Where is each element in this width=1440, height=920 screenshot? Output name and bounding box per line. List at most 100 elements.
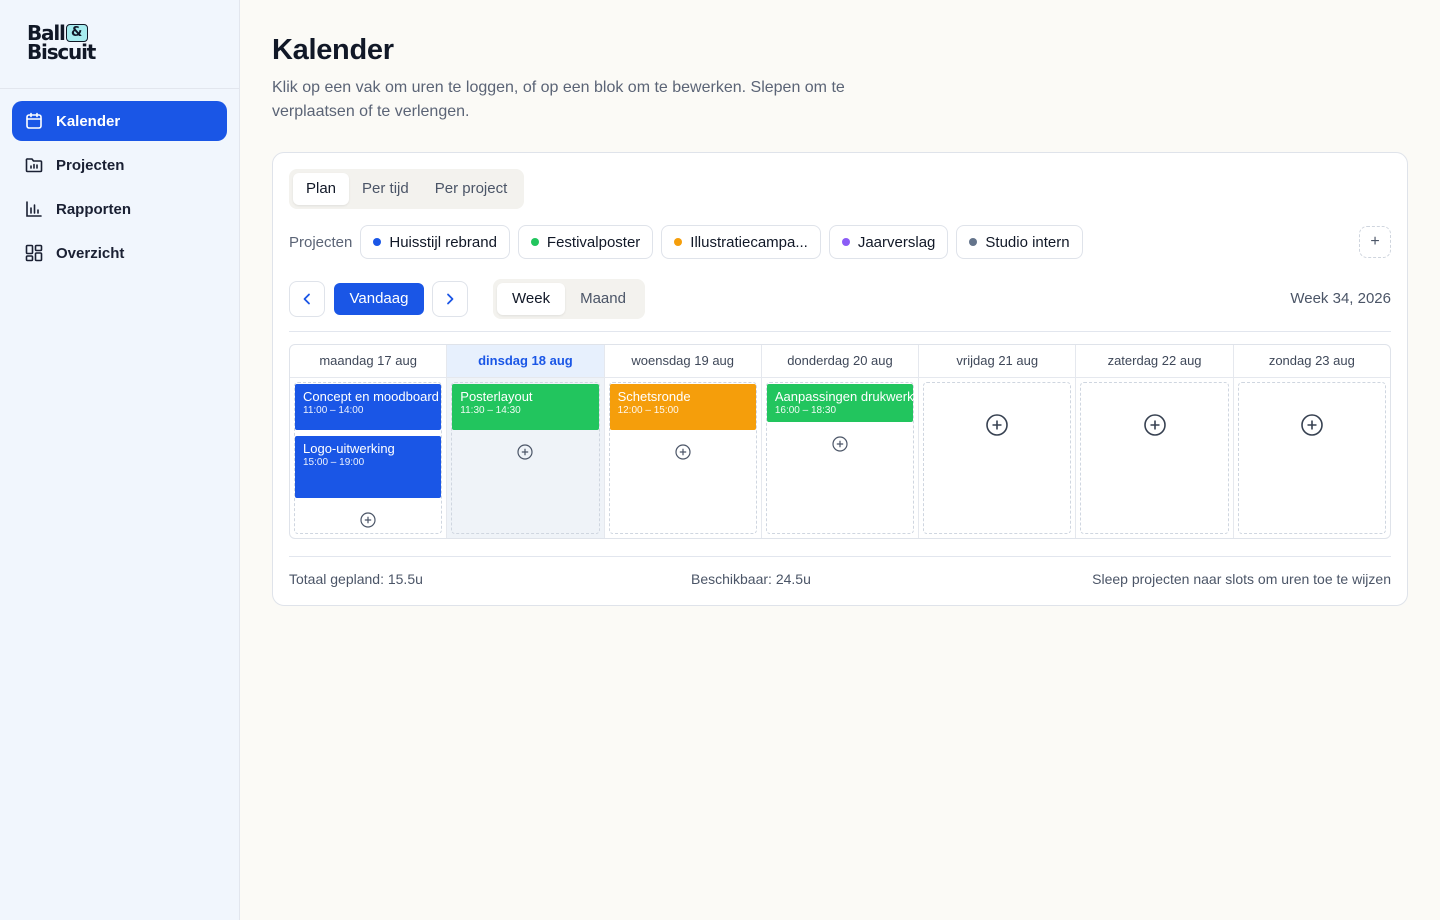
day-body xyxy=(1234,378,1390,538)
project-chip-label: Studio intern xyxy=(985,233,1070,251)
sidebar-item-label: Projecten xyxy=(56,156,125,174)
day-body: Aanpassingen drukwerk 16:00 – 18:30 xyxy=(762,378,918,538)
calendar-card: Plan Per tijd Per project Projecten Huis… xyxy=(272,152,1408,606)
project-chip-huisstijl-rebrand[interactable]: Huisstijl rebrand xyxy=(360,225,510,259)
calendar-icon xyxy=(24,111,44,131)
sidebar-item-projecten[interactable]: Projecten xyxy=(12,145,227,185)
view-tabs: Plan Per tijd Per project xyxy=(289,169,525,209)
event-block[interactable]: Aanpassingen drukwerk 16:00 – 18:30 xyxy=(766,384,914,422)
event-block[interactable]: Concept en moodboard 11:00 – 14:00 xyxy=(295,384,442,430)
brand-logo[interactable]: Ball & Biscuit xyxy=(0,0,239,89)
event-title: Schetsronde xyxy=(617,389,691,404)
event-time: 11:30 – 14:30 xyxy=(460,405,521,416)
day-body: Posterlayout 11:30 – 14:30 xyxy=(447,378,604,538)
previous-week-button[interactable] xyxy=(289,281,325,317)
project-chip-jaarverslag[interactable]: Jaarverslag xyxy=(828,225,949,259)
divider xyxy=(289,556,1391,557)
divider xyxy=(289,331,1391,332)
time-slot[interactable] xyxy=(923,382,1072,534)
add-entry-icon[interactable] xyxy=(985,413,1009,437)
day-header: zondag 23 aug xyxy=(1233,345,1390,378)
event-title: Logo-uitwerking xyxy=(303,441,395,456)
sidebar-item-label: Kalender xyxy=(56,112,121,130)
day-column-friday: vrijdag 21 aug xyxy=(919,345,1077,538)
time-slot[interactable] xyxy=(1237,382,1386,534)
event-time: 11:00 – 14:00 xyxy=(303,405,364,416)
project-chip-label: Jaarverslag xyxy=(857,233,936,251)
add-entry-icon[interactable] xyxy=(675,444,691,460)
chevron-left-icon xyxy=(299,291,315,307)
day-body xyxy=(1076,378,1232,538)
add-project-button[interactable]: + xyxy=(1359,226,1391,258)
page-title: Kalender xyxy=(272,34,394,66)
event-time: 15:00 – 19:00 xyxy=(303,457,365,468)
today-button[interactable]: Vandaag xyxy=(334,283,424,315)
next-week-button[interactable] xyxy=(432,281,468,317)
sidebar-item-rapporten[interactable]: Rapporten xyxy=(12,189,227,229)
projects-label: Projecten xyxy=(289,233,353,251)
project-color-dot xyxy=(674,238,683,246)
available-hours: Beschikbaar: 24.5u xyxy=(691,571,811,587)
brand-line-2: Biscuit xyxy=(27,40,96,64)
add-entry-icon[interactable] xyxy=(517,444,534,460)
project-chip-label: Illustratiecampa... xyxy=(690,233,808,251)
add-entry-icon[interactable] xyxy=(832,436,848,452)
event-title: Posterlayout xyxy=(460,389,533,404)
time-slot[interactable] xyxy=(1080,382,1229,534)
bar-chart-icon xyxy=(24,199,44,219)
sidebar-nav: Kalender Projecten Rapporten Overzicht xyxy=(0,89,239,273)
day-column-saturday: zaterdag 22 aug xyxy=(1076,345,1234,538)
tab-maand[interactable]: Maand xyxy=(565,283,641,315)
sidebar-item-overzicht[interactable]: Overzicht xyxy=(12,233,227,273)
folder-chart-icon xyxy=(24,155,44,175)
sidebar-item-kalender[interactable]: Kalender xyxy=(12,101,227,141)
project-color-dot xyxy=(841,238,850,246)
day-body xyxy=(919,378,1075,538)
event-block[interactable]: Schetsronde 12:00 – 15:00 xyxy=(609,384,756,430)
event-title: Concept en moodboard xyxy=(303,389,439,404)
project-chip-label: Huisstijl rebrand xyxy=(389,233,497,251)
project-chip-illustratiecampagne[interactable]: Illustratiecampa... xyxy=(661,225,821,259)
day-column-monday: maandag 17 aug Concept en moodboard 11:0… xyxy=(290,345,448,538)
sidebar-item-label: Overzicht xyxy=(56,244,125,262)
event-block[interactable]: Logo-uitwerking 15:00 – 19:00 xyxy=(295,436,442,498)
event-title: Aanpassingen drukwerk xyxy=(774,389,914,404)
day-header: donderdag 20 aug xyxy=(761,345,919,378)
sidebar-item-label: Rapporten xyxy=(56,200,131,218)
day-body: Schetsronde 12:00 – 15:00 xyxy=(605,378,761,538)
total-planned: Totaal gepland: 15.5u xyxy=(289,571,423,587)
week-label: Week 34, 2026 xyxy=(1290,290,1391,307)
calendar-toolbar: Vandaag Week Maand Week 34, 2026 xyxy=(289,279,1391,319)
day-column-sunday: zondag 23 aug xyxy=(1233,345,1390,538)
drag-hint: Sleep projecten naar slots om uren toe t… xyxy=(1092,571,1391,587)
day-body: Concept en moodboard 11:00 – 14:00 Logo-… xyxy=(290,378,446,538)
event-block[interactable]: Posterlayout 11:30 – 14:30 xyxy=(452,384,599,430)
day-column-thursday: donderdag 20 aug Aanpassingen drukwerk 1… xyxy=(761,345,920,538)
range-toggle: Week Maand xyxy=(493,279,645,319)
project-chip-festivalposter[interactable]: Festivalposter xyxy=(517,225,654,259)
tab-week[interactable]: Week xyxy=(497,283,566,315)
add-entry-icon[interactable] xyxy=(360,512,376,528)
add-entry-icon[interactable] xyxy=(1300,413,1324,437)
event-time: 12:00 – 15:00 xyxy=(617,405,679,416)
event-time: 16:00 – 18:30 xyxy=(774,405,837,416)
tab-plan[interactable]: Plan xyxy=(293,173,350,205)
add-entry-icon[interactable] xyxy=(1143,413,1167,437)
sidebar: Ball & Biscuit Kalender Projecten Rapport… xyxy=(0,0,240,920)
projects-filter-row: Projecten Huisstijl rebrand Festivalpost… xyxy=(289,225,1091,259)
tab-per-project[interactable]: Per project xyxy=(422,173,521,205)
week-grid: maandag 17 aug Concept en moodboard 11:0… xyxy=(289,344,1391,539)
tab-per-tijd[interactable]: Per tijd xyxy=(349,173,422,205)
project-color-dot xyxy=(530,238,539,246)
day-header: woensdag 19 aug xyxy=(604,345,761,378)
project-chip-label: Festivalposter xyxy=(546,233,641,251)
project-chip-studio-intern[interactable]: Studio intern xyxy=(956,225,1083,259)
page-subtitle: Klik op een vak om uren te loggen, of op… xyxy=(272,79,845,120)
day-column-wednesday: woensdag 19 aug Schetsronde 12:00 – 15:0… xyxy=(604,345,762,538)
chevron-right-icon xyxy=(442,291,458,307)
day-column-tuesday: dinsdag 18 aug Posterlayout 11:30 – 14:3… xyxy=(447,345,605,538)
day-header: maandag 17 aug xyxy=(290,345,447,378)
day-header: zaterdag 22 aug xyxy=(1076,345,1233,378)
day-header: dinsdag 18 aug xyxy=(447,345,604,378)
project-color-dot xyxy=(969,238,978,246)
